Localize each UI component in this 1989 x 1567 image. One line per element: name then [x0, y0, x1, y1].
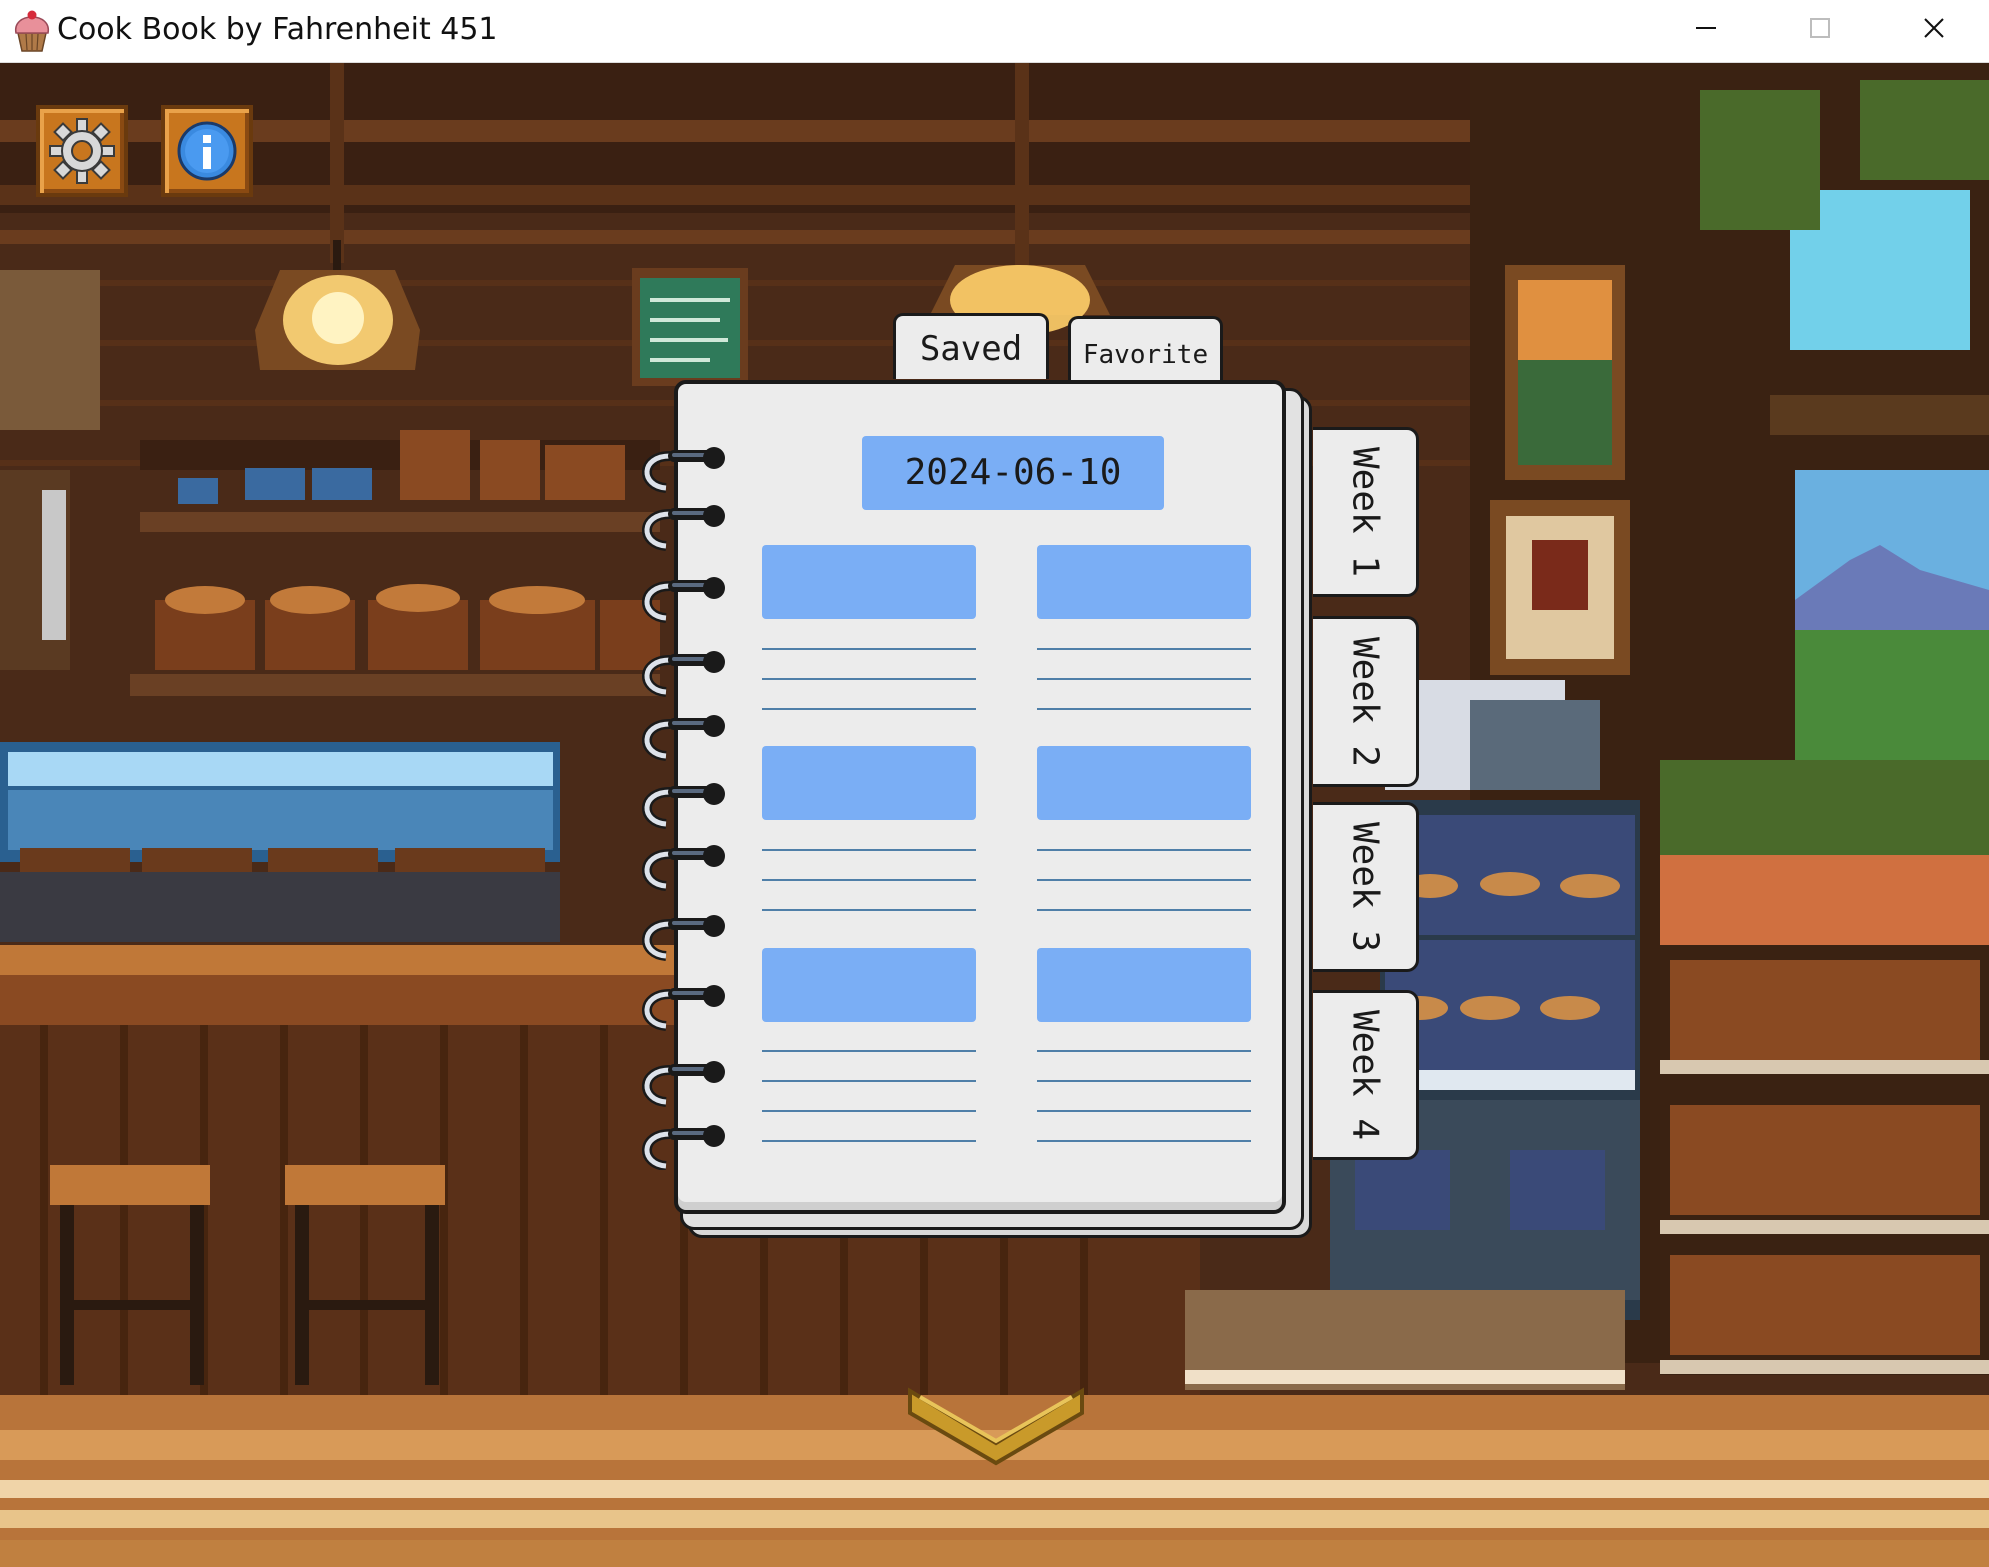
recipe-slot-2-line-1[interactable] — [1037, 648, 1251, 650]
info-icon — [177, 121, 237, 181]
recipe-slot-3-title[interactable] — [762, 746, 976, 820]
recipe-slot-6-line-1[interactable] — [1037, 1050, 1251, 1052]
recipe-slot-6-line-2[interactable] — [1037, 1080, 1251, 1082]
close-icon — [1924, 18, 1944, 38]
maximize-button[interactable] — [1763, 0, 1877, 56]
recipe-slot-1-line-3[interactable] — [762, 708, 976, 710]
binding-ring — [642, 715, 725, 761]
recipe-slot-5-line-2[interactable] — [762, 1080, 976, 1082]
recipe-slot-3-line-1[interactable] — [762, 849, 976, 851]
week-1-label: Week 1 — [1344, 446, 1385, 578]
tab-week-1[interactable]: Week 1 — [1313, 427, 1419, 597]
binding-ring — [642, 651, 725, 697]
info-button[interactable] — [161, 105, 253, 197]
recipe-slot-5-line-1[interactable] — [762, 1050, 976, 1052]
recipe-slot-3-line-2[interactable] — [762, 879, 976, 881]
binding-ring — [642, 985, 725, 1031]
binding-ring — [642, 577, 725, 623]
recipe-slot-4-title[interactable] — [1037, 746, 1251, 820]
recipe-slot-5-title[interactable] — [762, 948, 976, 1022]
binding-ring — [642, 915, 725, 961]
recipe-slot-2-title[interactable] — [1037, 545, 1251, 619]
minimize-button[interactable] — [1649, 0, 1763, 56]
date-display[interactable]: 2024-06-10 — [862, 436, 1164, 510]
gear-icon — [49, 118, 115, 184]
window-title: Cook Book by Fahrenheit 451 — [57, 12, 498, 47]
recipe-slot-2-line-3[interactable] — [1037, 708, 1251, 710]
recipe-slot-6-line-3[interactable] — [1037, 1110, 1251, 1112]
recipe-slot-3-line-3[interactable] — [762, 909, 976, 911]
week-4-label: Week 4 — [1344, 1009, 1385, 1141]
binding-ring — [642, 1125, 725, 1170]
recipe-slot-1-line-2[interactable] — [762, 678, 976, 680]
close-button[interactable] — [1877, 0, 1989, 56]
spiral-binding — [642, 447, 725, 1170]
recipe-slot-1-title[interactable] — [762, 545, 976, 619]
tab-saved[interactable]: Saved — [893, 313, 1049, 379]
recipe-slot-1-line-1[interactable] — [762, 648, 976, 650]
minimize-icon — [1696, 27, 1716, 29]
recipe-slot-5-line-3[interactable] — [762, 1110, 976, 1112]
recipe-slot-4-line-3[interactable] — [1037, 909, 1251, 911]
binding-ring — [642, 1061, 725, 1107]
tab-favorite[interactable]: Favorite — [1068, 316, 1223, 380]
binding-ring — [642, 505, 725, 551]
settings-button[interactable] — [36, 105, 128, 197]
recipe-slot-4-line-1[interactable] — [1037, 849, 1251, 851]
tab-week-4[interactable]: Week 4 — [1313, 990, 1419, 1160]
tab-week-2[interactable]: Week 2 — [1313, 616, 1419, 787]
maximize-icon — [1810, 18, 1830, 38]
recipe-slot-6-title[interactable] — [1037, 948, 1251, 1022]
recipe-slot-4-line-2[interactable] — [1037, 879, 1251, 881]
tab-week-3[interactable]: Week 3 — [1313, 802, 1419, 972]
recipe-slot-6-line-4[interactable] — [1037, 1140, 1251, 1142]
cupcake-icon — [14, 10, 50, 52]
week-3-label: Week 3 — [1344, 821, 1385, 953]
binding-ring — [642, 845, 725, 891]
binding-ring — [642, 447, 725, 493]
week-2-label: Week 2 — [1344, 636, 1385, 767]
chevron-down-icon[interactable] — [906, 1385, 1086, 1467]
binding-ring — [642, 783, 725, 829]
title-bar: Cook Book by Fahrenheit 451 — [0, 0, 1989, 63]
recipe-slot-2-line-2[interactable] — [1037, 678, 1251, 680]
recipe-slot-5-line-4[interactable] — [762, 1140, 976, 1142]
